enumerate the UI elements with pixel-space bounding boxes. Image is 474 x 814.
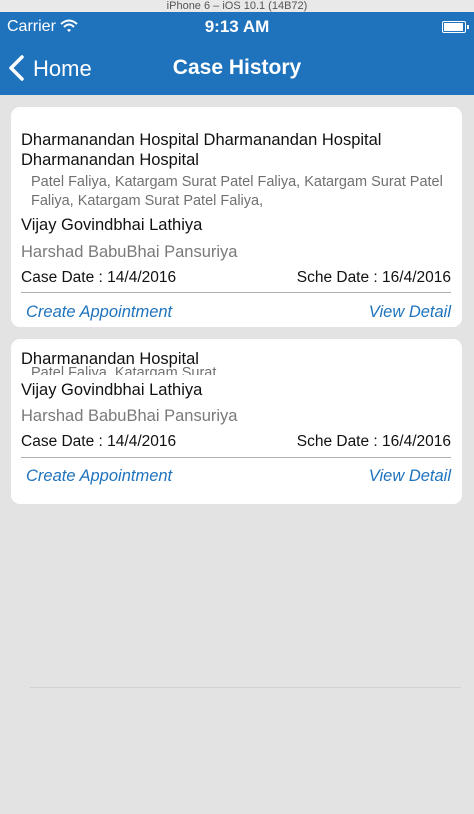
doctor-name: Harshad BabuBhai Pansuriya [21,407,238,425]
list-separator [30,687,461,688]
hospital-name: Dharmanandan Hospital Dharmanandan Hospi… [21,131,382,169]
battery-icon [442,21,469,33]
card-divider [21,457,451,458]
patient-name: Vijay Govindbhai Lathiya [21,216,203,234]
hospital-address: Patel Faliya, Katargam Surat Patel Faliy… [31,174,443,209]
navigation-bar: Home Case History [0,42,474,95]
case-card[interactable]: Dharmanandan Hospital Dharmanandan Hospi… [11,107,462,327]
schedule-date: Sche Date : 16/4/2016 [296,433,451,450]
hospital-address-clip: Patel Faliya, Katargam Surat [31,363,451,375]
case-date: Case Date : 14/4/2016 [21,433,177,450]
status-bar: Carrier 9:13 AM [0,12,474,42]
case-card[interactable]: Dharmanandan Hospital Patel Faliya, Kata… [11,339,462,504]
case-date: Case Date : 14/4/2016 [21,269,177,286]
view-detail-button[interactable]: View Detail [369,466,451,486]
create-appointment-button[interactable]: Create Appointment [26,302,172,322]
hospital-address: Patel Faliya, Katargam Surat [31,365,217,375]
status-time: 9:13 AM [204,17,270,36]
patient-name: Vijay Govindbhai Lathiya [21,381,203,399]
card-divider [21,292,451,293]
view-detail-button[interactable]: View Detail [369,302,451,322]
page-title: Case History [172,56,302,79]
create-appointment-button[interactable]: Create Appointment [26,466,172,486]
schedule-date: Sche Date : 16/4/2016 [296,269,451,286]
doctor-name: Harshad BabuBhai Pansuriya [21,243,238,261]
